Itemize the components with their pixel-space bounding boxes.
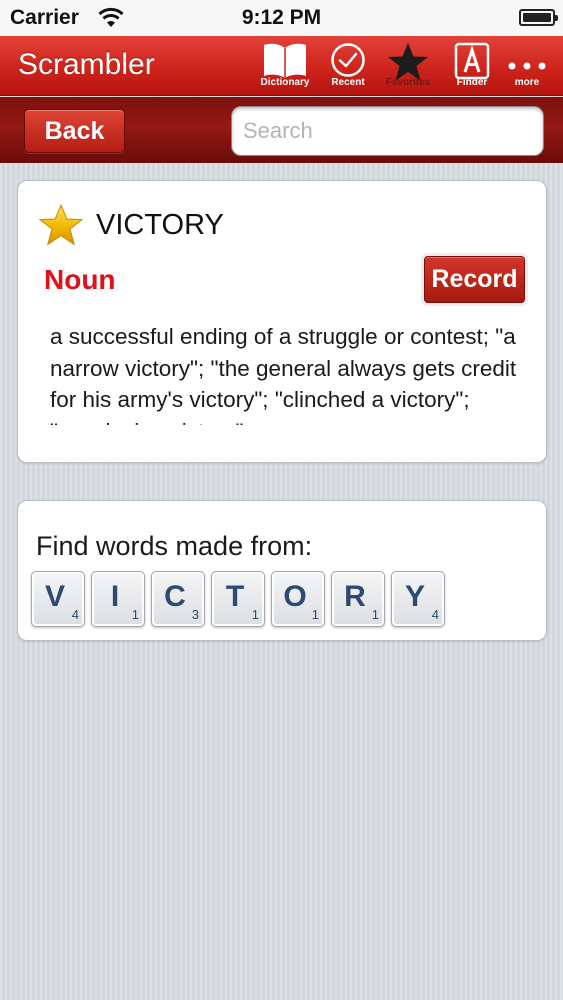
scrambler-card: Find words made from: V 4 I 1 C 3 T 1 O … <box>17 500 547 641</box>
nav-finder[interactable]: Finder <box>444 40 500 92</box>
nav-more[interactable]: more <box>499 40 555 92</box>
tile-score: 4 <box>71 607 79 622</box>
letter-tile[interactable]: I 1 <box>91 571 145 627</box>
status-bar: Carrier 9:12 PM <box>0 0 563 36</box>
find-words-label: Find words made from: <box>36 531 313 561</box>
search-input[interactable] <box>231 106 544 156</box>
tile-score: 3 <box>191 607 199 622</box>
definition-card: VICTORY Noun Record a successful ending … <box>17 180 547 463</box>
letter-tile[interactable]: Y 4 <box>391 571 445 627</box>
nav-more-label: more <box>514 77 540 88</box>
letter-tile[interactable]: T 1 <box>211 571 265 627</box>
definition-text: a successful ending of a struggle or con… <box>50 324 517 425</box>
part-of-speech: Noun <box>44 264 116 295</box>
tile-score: 1 <box>311 607 319 622</box>
entry-word: VICTORY <box>96 209 224 241</box>
clock: 9:12 PM <box>241 6 322 29</box>
star-icon <box>388 43 428 81</box>
app-title: Scrambler <box>18 48 155 81</box>
back-button[interactable]: Back <box>24 109 125 153</box>
tile-score: 1 <box>251 607 259 622</box>
nav-favorites[interactable]: Favorites <box>380 40 436 92</box>
book-icon <box>264 43 306 78</box>
nav-favorites-label: Favorites <box>385 77 431 88</box>
favorite-star-icon[interactable] <box>39 203 83 247</box>
nav-recent-label: Recent <box>331 77 365 88</box>
tile-score: 4 <box>431 607 439 622</box>
battery-icon <box>519 9 558 26</box>
record-button[interactable]: Record <box>424 256 525 303</box>
tile-score: 1 <box>131 607 139 622</box>
nav-bar: Scrambler Dictionary Recent Favorites Fi… <box>0 36 563 96</box>
nav-dictionary-label: Dictionary <box>260 77 310 88</box>
tile-score: 1 <box>371 607 379 622</box>
more-dots-icon <box>508 62 546 70</box>
letter-a-icon <box>454 42 490 80</box>
nav-recent[interactable]: Recent <box>320 40 376 92</box>
letter-tiles: V 4 I 1 C 3 T 1 O 1 R 1 Y 4 <box>31 571 531 627</box>
letter-tile[interactable]: O 1 <box>271 571 325 627</box>
letter-tile[interactable]: R 1 <box>331 571 385 627</box>
letter-tile[interactable]: V 4 <box>31 571 85 627</box>
check-circle-icon <box>331 43 365 77</box>
nav-dictionary[interactable]: Dictionary <box>257 40 313 92</box>
letter-tile[interactable]: C 3 <box>151 571 205 627</box>
